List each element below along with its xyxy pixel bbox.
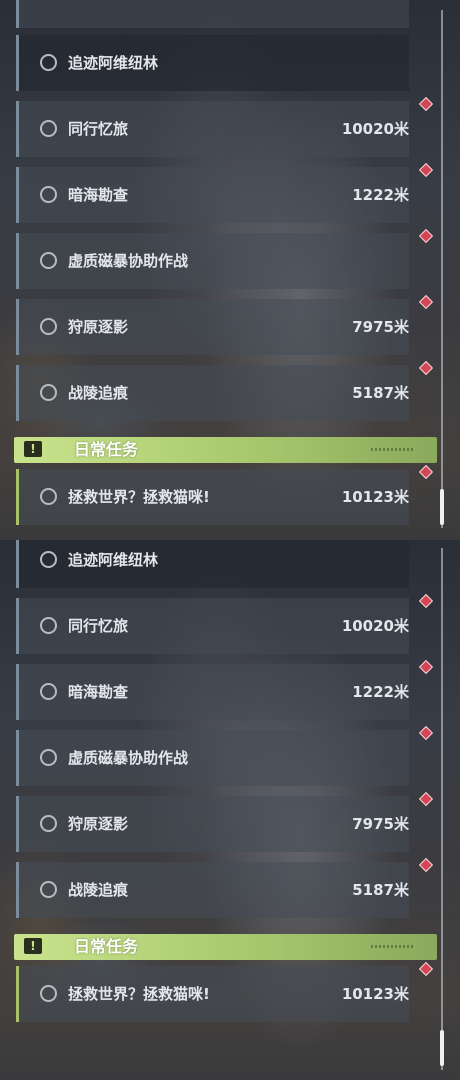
quest-row[interactable]: 战陵追痕 5187米 (16, 862, 409, 918)
map-pin-icon[interactable] (418, 659, 434, 675)
map-pin-icon[interactable] (418, 162, 434, 178)
quest-track-radio-icon[interactable] (40, 252, 57, 269)
quest-distance: 7975米 (352, 318, 409, 336)
quest-name: 战陵追痕 (68, 881, 129, 899)
quest-panel-1: 追迹阿维纽林 同行忆旅 10020米 暗海勘查 1222米 虚质磁暴协助作战 狩… (0, 0, 460, 540)
daily-quest-title: 日常任务 (74, 937, 139, 956)
quest-name: 狩原逐影 (68, 318, 129, 336)
quest-name: 暗海勘查 (68, 186, 129, 204)
quest-track-radio-icon[interactable] (40, 749, 57, 766)
quest-row[interactable]: 同行忆旅 10020米 (16, 101, 409, 157)
quest-row[interactable]: 同行忆旅 10020米 (16, 598, 409, 654)
quest-distance: 5187米 (352, 881, 409, 899)
quest-name: 拯救世界？拯救猫咪! (68, 488, 210, 506)
quest-track-radio-icon[interactable] (40, 881, 57, 898)
header-decoration (371, 448, 415, 451)
quest-distance: 10020米 (341, 617, 409, 635)
quest-track-radio-icon[interactable] (40, 815, 57, 832)
daily-quest-header[interactable]: ! 日常任务 (14, 934, 437, 960)
quest-name: 暗海勘查 (68, 683, 129, 701)
map-pin-icon[interactable] (418, 96, 434, 112)
quest-row[interactable]: 战陵追痕 5187米 (16, 365, 409, 421)
scrollbar-track[interactable] (441, 10, 443, 528)
quest-row[interactable]: 虚质磁暴协助作战 (16, 233, 409, 289)
map-pin-icon[interactable] (418, 791, 434, 807)
header-decoration (371, 945, 415, 948)
quest-track-radio-icon[interactable] (40, 318, 57, 335)
scrollbar-thumb[interactable] (440, 489, 444, 525)
quest-track-radio-icon[interactable] (40, 120, 57, 137)
quest-row[interactable]: 暗海勘查 1222米 (16, 664, 409, 720)
map-pin-icon[interactable] (418, 464, 434, 480)
map-pin-icon[interactable] (418, 857, 434, 873)
quest-panel-2: 追迹阿维纽林 同行忆旅 10020米 暗海勘查 1222米 虚质磁暴协助作战 狩… (0, 540, 460, 1080)
map-pin-icon[interactable] (418, 593, 434, 609)
quest-distance: 10123米 (341, 488, 409, 506)
alert-icon: ! (24, 441, 42, 457)
scrollbar-track[interactable] (441, 548, 443, 1070)
quest-track-radio-icon[interactable] (40, 985, 57, 1002)
quest-name: 同行忆旅 (68, 120, 129, 138)
quest-track-radio-icon[interactable] (40, 683, 57, 700)
quest-name: 追迹阿维纽林 (68, 551, 159, 569)
quest-track-radio-icon[interactable] (40, 551, 57, 568)
quest-row[interactable]: 追迹阿维纽林 (16, 35, 409, 91)
map-pin-icon[interactable] (418, 725, 434, 741)
map-pin-icon[interactable] (418, 294, 434, 310)
quest-row[interactable]: 暗海勘查 1222米 (16, 167, 409, 223)
scrollbar-thumb[interactable] (440, 1030, 444, 1066)
quest-name: 同行忆旅 (68, 617, 129, 635)
alert-icon: ! (24, 938, 42, 954)
quest-name: 虚质磁暴协助作战 (68, 252, 189, 270)
quest-track-radio-icon[interactable] (40, 488, 57, 505)
quest-distance: 1222米 (352, 186, 409, 204)
daily-quest-row[interactable]: 拯救世界？拯救猫咪! 10123米 (16, 469, 409, 525)
quest-name: 追迹阿维纽林 (68, 54, 159, 72)
quest-distance: 5187米 (352, 384, 409, 402)
map-pin-icon[interactable] (418, 961, 434, 977)
quest-track-radio-icon[interactable] (40, 54, 57, 71)
quest-distance: 7975米 (352, 815, 409, 833)
quest-row[interactable]: 狩原逐影 7975米 (16, 796, 409, 852)
quest-name: 拯救世界？拯救猫咪! (68, 985, 210, 1003)
quest-name: 狩原逐影 (68, 815, 129, 833)
quest-row[interactable]: 狩原逐影 7975米 (16, 299, 409, 355)
quest-distance: 1222米 (352, 683, 409, 701)
quest-track-radio-icon[interactable] (40, 186, 57, 203)
map-pin-icon[interactable] (418, 228, 434, 244)
daily-quest-title: 日常任务 (74, 440, 139, 459)
quest-row[interactable]: 追迹阿维纽林 (16, 540, 409, 588)
daily-quest-row[interactable]: 拯救世界？拯救猫咪! 10123米 (16, 966, 409, 1022)
quest-track-radio-icon[interactable] (40, 384, 57, 401)
map-pin-icon[interactable] (418, 360, 434, 376)
quest-distance: 10020米 (341, 120, 409, 138)
quest-track-radio-icon[interactable] (40, 617, 57, 634)
daily-quest-header[interactable]: ! 日常任务 (14, 437, 437, 463)
quest-row-partial[interactable] (16, 0, 409, 28)
quest-distance: 10123米 (341, 985, 409, 1003)
quest-name: 虚质磁暴协助作战 (68, 749, 189, 767)
quest-row[interactable]: 虚质磁暴协助作战 (16, 730, 409, 786)
quest-name: 战陵追痕 (68, 384, 129, 402)
